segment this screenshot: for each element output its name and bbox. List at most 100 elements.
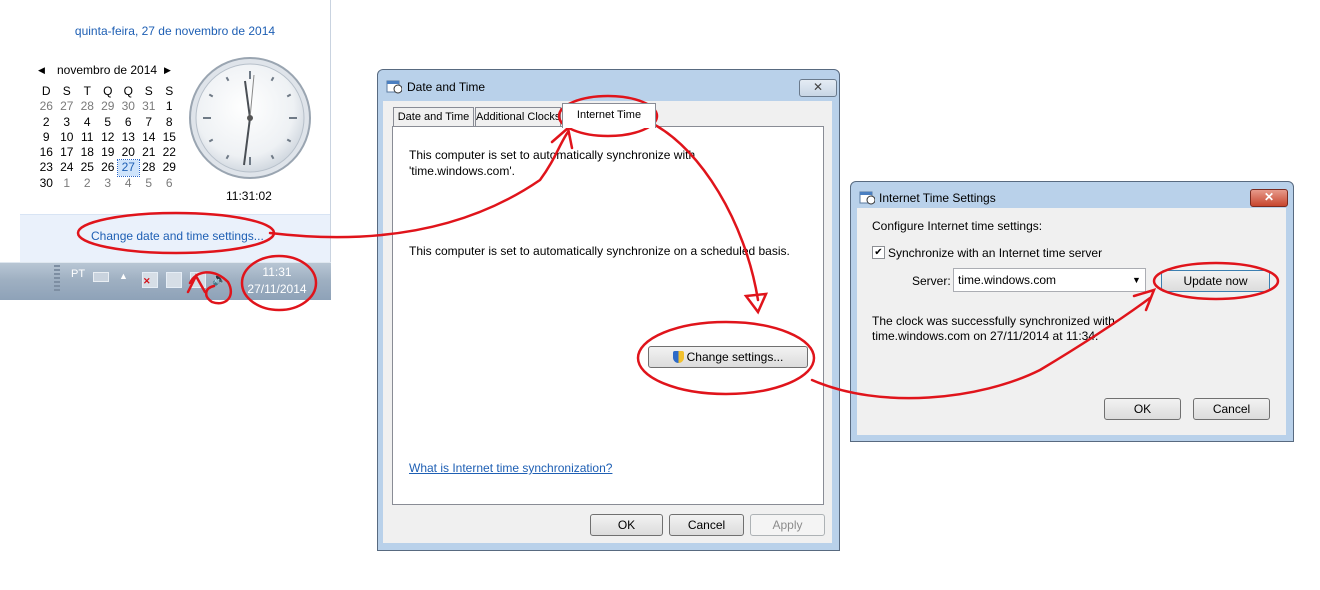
calendar-day[interactable]: 5 — [98, 115, 119, 130]
sync-result-message: The clock was successfully synchronized … — [872, 314, 1115, 343]
next-month-icon[interactable]: ▶ — [164, 65, 171, 76]
calendar-day[interactable]: 15 — [159, 130, 180, 145]
cancel-button[interactable]: Cancel — [1193, 398, 1270, 420]
language-indicator[interactable]: PT — [71, 268, 85, 280]
cancel-button[interactable]: Cancel — [669, 514, 744, 536]
calendar-day[interactable]: 5 — [139, 176, 160, 191]
calendar-day[interactable]: 9 — [36, 130, 57, 145]
calendar-day[interactable]: 21 — [139, 145, 160, 160]
calendar-day[interactable]: 28 — [77, 99, 98, 114]
calendar-clock-icon — [386, 80, 402, 94]
tab-additional-clocks[interactable]: Additional Clocks — [475, 107, 561, 127]
calendar-day[interactable]: 13 — [118, 130, 139, 145]
dropdown-arrow-icon[interactable]: ▼ — [1132, 275, 1141, 285]
calendar-day[interactable]: 20 — [118, 145, 139, 160]
sync-checkbox[interactable]: ✔ — [872, 246, 885, 259]
ok-button[interactable]: OK — [1104, 398, 1181, 420]
calendar-week-row: 26 27 28 29 30 31 1 — [36, 99, 180, 114]
calendar-day[interactable]: 11 — [77, 130, 98, 145]
tab-internet-time[interactable]: Internet Time — [562, 103, 656, 128]
keyboard-icon[interactable] — [93, 272, 109, 282]
calendar-day[interactable]: 26 — [36, 99, 57, 114]
server-value[interactable]: time.windows.com — [958, 273, 1056, 287]
calendar-week-row: 23 24 25 26 27 28 29 — [36, 159, 180, 177]
configure-label: Configure Internet time settings: — [872, 219, 1043, 233]
calendar-day[interactable]: 18 — [77, 145, 98, 160]
taskbar-clock[interactable]: 11:31 27/11/2014 — [246, 264, 308, 298]
calendar-day[interactable]: 7 — [139, 115, 160, 130]
calendar-day[interactable]: 30 — [36, 176, 57, 191]
calendar-day[interactable]: 3 — [98, 176, 119, 191]
change-settings-label: Change settings... — [686, 350, 784, 364]
sync-checkbox-label[interactable]: Synchronize with an Internet time server — [888, 246, 1102, 260]
calendar-day[interactable]: 25 — [77, 160, 98, 175]
calendar-day[interactable]: 28 — [139, 160, 160, 175]
checkmark-icon: ✔ — [874, 247, 883, 258]
calendar-week-row: 30 1 2 3 4 5 6 — [36, 176, 180, 191]
calendar-day[interactable]: 8 — [159, 115, 180, 130]
calendar-day[interactable]: 3 — [57, 115, 78, 130]
calendar-week-row: 9 10 11 12 13 14 15 — [36, 130, 180, 145]
calendar-day[interactable]: 24 — [57, 160, 78, 175]
calendar-day[interactable]: 30 — [118, 99, 139, 114]
power-icon[interactable] — [190, 272, 206, 288]
calendar-week-row: 2345678 — [36, 115, 180, 130]
show-hidden-icons-icon[interactable]: ▲ — [119, 271, 128, 281]
calendar-weekday: Q — [123, 84, 133, 98]
calendar-day[interactable]: 16 — [36, 145, 57, 160]
calendar-weekday: Q — [103, 84, 113, 98]
date-and-time-title: Date and Time — [407, 80, 486, 94]
calendar-day[interactable]: 26 — [98, 160, 119, 175]
calendar-day[interactable]: 31 — [139, 99, 160, 114]
sync-schedule-text: This computer is set to automatically sy… — [409, 244, 790, 258]
previous-month-icon[interactable]: ◀ — [38, 65, 45, 76]
calendar-day[interactable]: 27 — [57, 99, 78, 114]
analog-clock-icon — [189, 57, 311, 179]
calendar-day[interactable]: 14 — [139, 130, 160, 145]
calendar-day[interactable]: 2 — [77, 176, 98, 191]
calendar-day[interactable]: 29 — [98, 99, 119, 114]
calendar-day[interactable]: 12 — [98, 130, 119, 145]
calendar-day[interactable]: 19 — [98, 145, 119, 160]
calendar-weekday: S — [62, 84, 71, 98]
calendar-weekday: T — [83, 84, 91, 98]
taskbar-grip[interactable] — [54, 265, 60, 293]
calendar-day[interactable]: 1 — [159, 99, 180, 114]
error-x-icon: ✕ — [143, 276, 151, 286]
taskbar-date: 27/11/2014 — [247, 282, 307, 296]
flyout-date-header[interactable]: quinta-feira, 27 de novembro de 2014 — [0, 24, 350, 38]
ok-button[interactable]: OK — [590, 514, 663, 536]
uac-shield-icon — [672, 351, 684, 363]
internet-time-tab-page — [392, 126, 824, 505]
calendar-day[interactable]: 6 — [159, 176, 180, 191]
calendar-day[interactable]: 17 — [57, 145, 78, 160]
calendar-day[interactable]: 22 — [159, 145, 180, 160]
calendar-clock-icon — [859, 191, 875, 205]
calendar-day[interactable]: 4 — [118, 176, 139, 191]
sync-status-text: This computer is set to automatically sy… — [409, 148, 696, 178]
apply-button[interactable]: Apply — [750, 514, 825, 536]
calendar-day[interactable]: 6 — [118, 115, 139, 130]
internet-time-help-link[interactable]: What is Internet time synchronization? — [409, 461, 612, 475]
network-icon[interactable] — [166, 272, 182, 288]
change-date-time-settings-link[interactable]: Change date and time settings... — [91, 229, 264, 243]
close-icon[interactable]: ✕ — [799, 79, 837, 97]
calendar-month-label[interactable]: novembro de 2014 — [57, 63, 157, 77]
calendar-day[interactable]: 29 — [159, 160, 180, 175]
calendar-day[interactable]: 4 — [77, 115, 98, 130]
calendar-day[interactable]: 1 — [57, 176, 78, 191]
calendar-weekday: D — [41, 84, 51, 98]
close-icon[interactable]: ✕ — [1250, 189, 1288, 207]
calendar-day[interactable]: 2 — [36, 115, 57, 130]
change-settings-button[interactable]: Change settings... — [648, 346, 808, 368]
internet-time-settings-title: Internet Time Settings — [879, 191, 996, 205]
calendar-day-selected[interactable]: 27 — [117, 159, 140, 177]
calendar-day[interactable]: 23 — [36, 160, 57, 175]
taskbar-time: 11:31 — [262, 265, 292, 279]
tab-date-and-time[interactable]: Date and Time — [393, 107, 474, 127]
calendar-weekday-row: DSTQQSS — [36, 84, 180, 99]
action-center-icon[interactable]: ✕ — [142, 272, 158, 288]
volume-muted-icon[interactable]: 🔈 — [212, 272, 228, 286]
calendar-day[interactable]: 10 — [57, 130, 78, 145]
update-now-button[interactable]: Update now — [1161, 270, 1270, 292]
